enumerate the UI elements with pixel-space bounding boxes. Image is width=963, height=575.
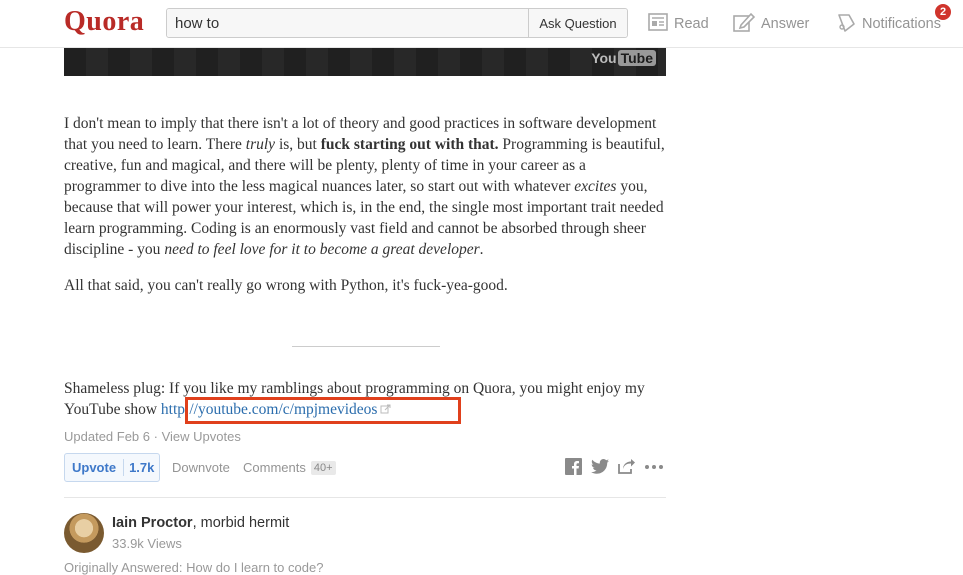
top-navigation-bar: Quora Ask Question Read Answer Notificat… [0, 0, 963, 48]
share-icon[interactable] [618, 459, 635, 474]
original-question-link[interactable]: How do I learn to code? [186, 560, 323, 575]
author-views: 33.9k Views [112, 536, 182, 551]
text-span: is, but [275, 136, 321, 153]
author-bio: , morbid hermit [192, 515, 290, 531]
text-emphasis: need to feel love for it to become a gre… [164, 241, 480, 258]
comments-count: 40+ [310, 460, 336, 475]
youtube-channel-link-text: http://youtube.com/c/mpjmevideos [160, 401, 378, 418]
updated-date[interactable]: Updated Feb 6 [64, 429, 150, 444]
share-actions [565, 458, 673, 475]
author-avatar[interactable] [64, 513, 104, 553]
text-emphasis: excites [574, 178, 617, 195]
answer-paragraph-2: All that said, you can't really go wrong… [64, 277, 508, 294]
upvote-label: Upvote [72, 460, 117, 475]
nav-notifications[interactable]: Notifications [836, 12, 941, 36]
pencil-icon [733, 12, 761, 36]
search-input[interactable] [167, 9, 528, 37]
nav-answer-label: Answer [761, 16, 810, 32]
embedded-video[interactable]: You Tube [64, 48, 666, 76]
nav-notifications-label: Notifications [862, 16, 941, 32]
youtube-logo-tube: Tube [617, 50, 656, 66]
text-emphasis: truly [245, 136, 276, 153]
originally-label: Originally Answered: [64, 560, 187, 575]
facebook-icon[interactable] [565, 458, 582, 475]
quora-logo[interactable]: Quora [64, 6, 144, 38]
video-frame [64, 48, 666, 76]
downvote-button[interactable]: Downvote [172, 460, 230, 475]
upvote-count: 1.7k [123, 459, 159, 476]
answer-body: I don't mean to imply that there isn't a… [64, 113, 666, 311]
nav-answer[interactable]: Answer [733, 12, 809, 36]
meta-separator: · [150, 429, 162, 444]
answer-paragraph-1: I don't mean to imply that there isn't a… [64, 113, 666, 260]
youtube-logo-you: You [591, 50, 617, 66]
bell-icon [836, 12, 862, 36]
comments-button[interactable]: Comments 40+ [243, 460, 336, 475]
notification-badge: 2 [934, 3, 952, 21]
nav-read-label: Read [674, 16, 709, 32]
author-name[interactable]: Iain Proctor [112, 515, 193, 531]
external-link-icon [380, 400, 391, 421]
nav-read[interactable]: Read [648, 12, 709, 36]
text-bold: fuck starting out with that. [320, 136, 499, 153]
ask-question-button[interactable]: Ask Question [528, 9, 627, 37]
more-options-icon[interactable] [644, 464, 664, 470]
author-line: Iain Proctor, morbid hermit [112, 515, 289, 531]
search-bar: Ask Question [166, 8, 628, 38]
section-divider [292, 346, 440, 347]
shameless-plug: Shameless plug: If you like my ramblings… [64, 378, 666, 421]
upvote-button[interactable]: Upvote 1.7k [64, 453, 161, 482]
answer-separator [64, 497, 666, 498]
comments-label: Comments [243, 460, 306, 475]
youtube-logo: You Tube [591, 50, 656, 66]
view-upvotes-link[interactable]: View Upvotes [162, 429, 241, 444]
youtube-channel-link[interactable]: http://youtube.com/c/mpjmevideos [161, 401, 392, 418]
read-icon [648, 13, 674, 35]
answer-meta: Updated Feb 6 · View Upvotes [64, 429, 241, 444]
text-span: . [479, 241, 484, 258]
originally-answered: Originally Answered: How do I learn to c… [64, 560, 323, 575]
twitter-icon[interactable] [591, 459, 609, 474]
